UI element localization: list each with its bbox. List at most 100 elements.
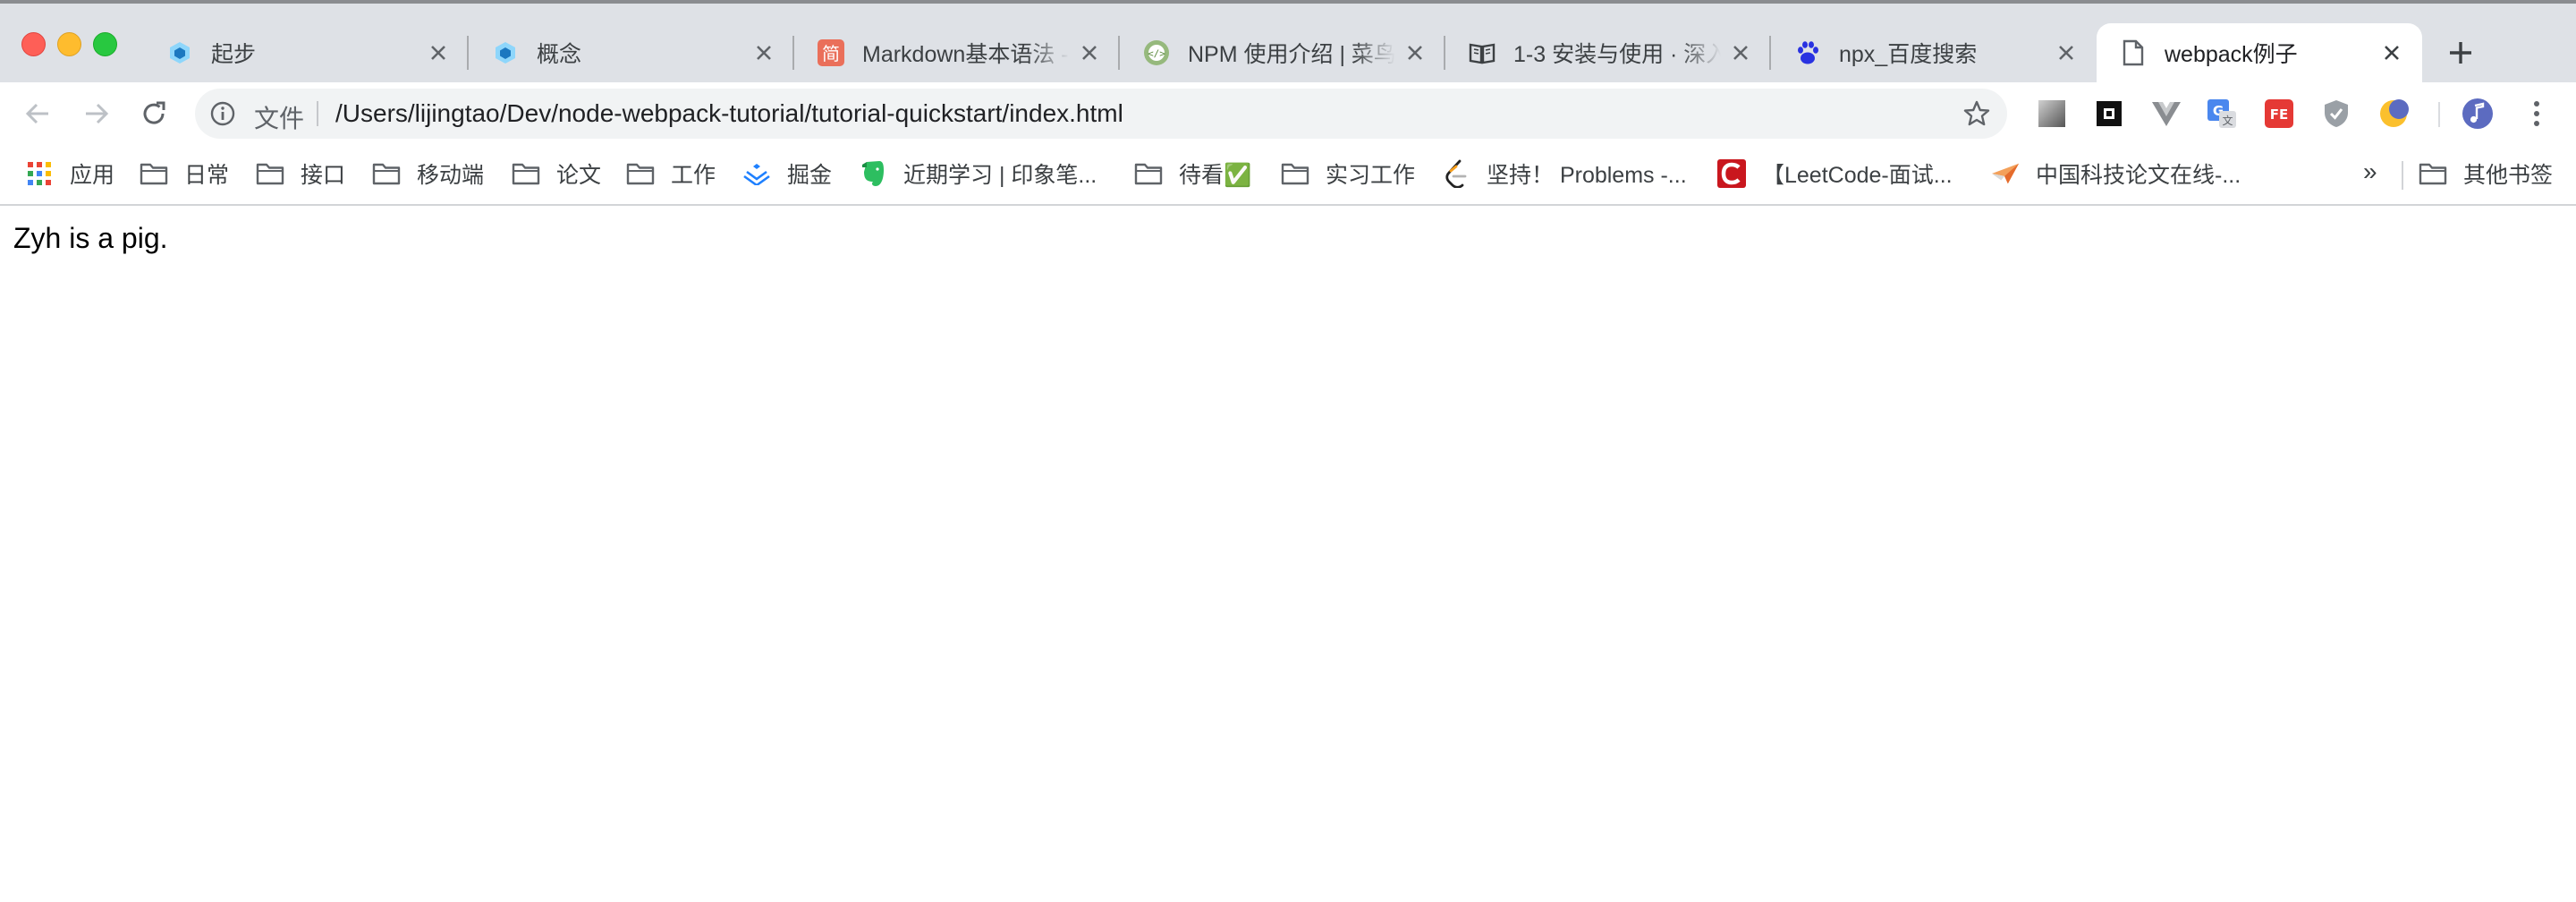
tab-strip: 起步 概念 简 Markdown基本语法 - 简书 (0, 0, 2576, 82)
bookmark-folder-api[interactable]: 接口 (256, 154, 345, 193)
scheme-separator (317, 101, 318, 126)
bookmark-label: 其他书签 (2463, 163, 2554, 188)
juejin-icon (742, 159, 771, 188)
tab-npx-baidu[interactable]: npx_百度搜索 (1771, 23, 2097, 82)
bookmark-label: 【LeetCode-面试... (1762, 163, 1953, 188)
page-body-text: Zyh is a pig. (13, 222, 168, 254)
bookmark-label: 工作 (671, 163, 716, 188)
extension-gradient-icon[interactable] (2036, 98, 2068, 130)
bookmark-label: 移动端 (417, 163, 485, 188)
document-icon (2120, 39, 2147, 66)
close-tab-icon[interactable] (1079, 42, 1100, 64)
bookmark-folder-work[interactable]: 工作 (626, 154, 716, 193)
bookmark-label: 掘金 (787, 163, 833, 188)
minimize-window-button[interactable] (57, 32, 81, 56)
bookmark-label: 应用 (70, 163, 115, 188)
arrow-left-icon (25, 103, 48, 124)
new-tab-button[interactable] (2442, 34, 2479, 72)
bookmark-label: 实习工作 (1326, 163, 1416, 188)
tab-title: webpack例子 (2165, 42, 2298, 67)
info-icon[interactable] (209, 100, 236, 127)
toolbar: 文件 /Users/lijingtao/Dev/node-webpack-tut… (0, 82, 2576, 145)
maximize-window-button[interactable] (93, 32, 117, 56)
folder-icon (2419, 159, 2447, 188)
browser-window: 起步 概念 简 Markdown基本语法 - 简书 (0, 0, 2576, 902)
tab-title: 起步 (211, 42, 257, 67)
tab-gainian[interactable]: 概念 (469, 23, 794, 82)
tab-title: 1-3 安装与使用 · 深入浅出 (1513, 42, 1721, 67)
svg-text:</>: </> (1148, 48, 1165, 60)
more-menu-icon[interactable] (2521, 98, 2553, 130)
bookmark-folder-daily[interactable]: 日常 (140, 154, 229, 193)
close-tab-icon[interactable] (1404, 42, 1426, 64)
url-text[interactable]: /Users/lijingtao/Dev/node-webpack-tutori… (335, 99, 1123, 128)
apps-grid-icon (25, 159, 54, 188)
webpack-cube-icon (166, 39, 193, 66)
folder-icon (256, 159, 284, 188)
folder-icon (1134, 159, 1163, 188)
bookmark-label: 中国科技论文在线-... (2036, 163, 2241, 188)
close-tab-icon[interactable] (428, 42, 449, 64)
extension-square-icon[interactable] (2093, 98, 2125, 130)
reload-button[interactable] (134, 94, 174, 133)
folder-icon (1281, 159, 1309, 188)
shield-icon[interactable] (2320, 98, 2352, 130)
tab-npm[interactable]: </> NPM 使用介绍 | 菜鸟教程 (1120, 23, 1445, 82)
tab-title: npx_百度搜索 (1839, 42, 1978, 67)
close-tab-icon[interactable] (1730, 42, 1751, 64)
bookmark-label: 接口 (301, 163, 346, 188)
bookmark-apps[interactable]: 应用 (25, 154, 114, 193)
svg-text:文: 文 (2222, 114, 2233, 127)
tab-qibu[interactable]: 起步 (143, 23, 469, 82)
bookmark-folder-papers[interactable]: 论文 (512, 154, 601, 193)
folder-icon (372, 159, 401, 188)
profile-avatar[interactable] (2462, 98, 2494, 130)
folder-icon (140, 159, 168, 188)
star-icon[interactable] (1962, 99, 1991, 128)
paper-plane-icon (1991, 159, 2020, 188)
bookmark-folder-other[interactable]: 其他书签 (2419, 154, 2553, 193)
scheme-label: 文件 (254, 105, 305, 132)
bookmark-label: 坚持！ Problems -... (1487, 163, 1687, 188)
forward-button[interactable] (77, 94, 116, 133)
tab-title: NPM 使用介绍 | 菜鸟教程 (1188, 42, 1395, 67)
tab-markdown[interactable]: 简 Markdown基本语法 - 简书 (794, 23, 1120, 82)
close-window-button[interactable] (21, 32, 46, 56)
svg-text:FE: FE (2270, 106, 2289, 123)
page-content: Zyh is a pig. (0, 206, 2576, 902)
bookmark-leetcode-problems[interactable]: 坚持！ Problems -... (1442, 154, 1687, 193)
dark-mode-moon-icon[interactable] (2377, 98, 2410, 130)
bookmark-folder-to-watch[interactable]: 待看✅ (1134, 154, 1251, 193)
plus-icon (2450, 42, 2471, 64)
jianshu-icon: 简 (818, 39, 844, 66)
webpack-cube-icon (492, 39, 519, 66)
tab-webpack-example[interactable]: webpack例子 (2097, 23, 2422, 82)
csdn-icon (1717, 159, 1746, 188)
arrow-right-icon (86, 103, 109, 124)
bookmark-evernote[interactable]: 近期学习 | 印象笔... (859, 154, 1097, 193)
leetcode-icon (1442, 159, 1470, 188)
address-bar[interactable]: 文件 /Users/lijingtao/Dev/node-webpack-tut… (195, 89, 2007, 139)
bookmark-folder-mobile[interactable]: 移动端 (372, 154, 484, 193)
toolbar-separator (2438, 102, 2440, 127)
bookmarks-overflow-button[interactable]: » (2363, 157, 2377, 186)
close-tab-icon[interactable] (2381, 42, 2402, 64)
svg-text:简: 简 (822, 43, 840, 64)
fe-helper-icon[interactable]: FE (2263, 98, 2295, 130)
close-tab-icon[interactable] (753, 42, 775, 64)
close-tab-icon[interactable] (2055, 42, 2077, 64)
baidu-paw-icon (1794, 39, 1821, 66)
bookmark-leetcode-interview[interactable]: 【LeetCode-面试... (1717, 154, 1953, 193)
tab-install-usage[interactable]: 1-3 安装与使用 · 深入浅出 (1445, 23, 1771, 82)
bookmark-label: 近期学习 | 印象笔... (903, 163, 1097, 188)
tab-title: Markdown基本语法 - 简书 (862, 42, 1070, 67)
bookmark-juejin[interactable]: 掘金 (742, 154, 832, 193)
google-translate-icon[interactable]: G文 (2206, 98, 2238, 130)
back-button[interactable] (18, 94, 57, 133)
book-icon (1469, 39, 1496, 66)
bookmark-folder-internship[interactable]: 实习工作 (1281, 154, 1415, 193)
bookmarks-bar: 应用 日常 接口 移动端 论文 工作 掘金 近期学习 | 印象笔... 待看✅ … (0, 145, 2576, 206)
evernote-icon (859, 159, 887, 188)
bookmark-paper-online[interactable]: 中国科技论文在线-... (1991, 154, 2241, 193)
vue-devtools-icon[interactable] (2150, 98, 2182, 130)
